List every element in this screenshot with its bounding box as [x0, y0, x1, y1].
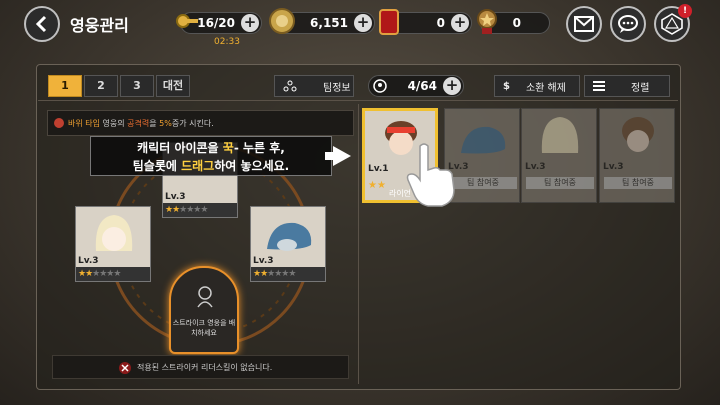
- leader-skill-status: 적용된 스트라이커 리더스킬이 없습니다.: [52, 355, 349, 379]
- back-arrow-icon: [35, 15, 47, 33]
- hero-count-counter: 4/64 +: [368, 75, 464, 97]
- strike-slot-hint: 스트라이크 영웅을 배치하세요: [172, 319, 236, 337]
- back-button[interactable]: [24, 6, 60, 42]
- hero-card[interactable]: Lv.3 팀 참여중: [599, 108, 675, 203]
- team-joined-badge: 팀 참여중: [526, 177, 594, 189]
- coin-value: 6,151: [310, 16, 348, 30]
- brown-hair-hero-portrait: [622, 117, 654, 152]
- hero-level: Lv.1: [368, 164, 389, 174]
- blue-creature-portrait: [461, 126, 506, 154]
- tab-team-1[interactable]: 1: [48, 75, 82, 97]
- key-icon: [176, 14, 198, 28]
- info-text-2: 을: [149, 118, 160, 128]
- tooltip-highlight: 꾹: [222, 141, 234, 155]
- stamina-timer: 02:33: [214, 37, 240, 47]
- page-title: 영웅관리: [70, 16, 129, 35]
- tooltip-line-2: 팀슬롯에 드래그하여 놓으세요.: [91, 157, 331, 175]
- chat-bubble-icon: [618, 15, 638, 33]
- info-stat: 공격력: [127, 118, 150, 128]
- team-slot-stars: ★★★★★★: [251, 267, 325, 281]
- close-x-icon: [119, 362, 131, 374]
- tooltip-line-1: 캐릭터 아이콘을 꾹- 누른 후,: [91, 139, 331, 157]
- gem-plus-button[interactable]: +: [451, 14, 469, 32]
- hero-slot-plus-button[interactable]: +: [443, 77, 461, 95]
- team-slot-level: Lv.3: [78, 256, 99, 266]
- hero-count-value: 4/64: [407, 79, 437, 93]
- tab-battle[interactable]: 대전: [156, 75, 190, 97]
- team-slot-stars: ★★★★★★: [76, 267, 150, 281]
- summon-release-button[interactable]: $ 소환 해제: [494, 75, 580, 97]
- team-info-button[interactable]: 팀정보: [274, 75, 354, 97]
- header-divider: [38, 100, 678, 101]
- sort-button[interactable]: 정렬: [584, 75, 670, 97]
- empty-hero-silhouette-icon: [197, 286, 213, 308]
- ruby-icon: [379, 9, 399, 35]
- menu-lines-icon: [593, 81, 605, 91]
- notification-badge: !: [678, 4, 692, 18]
- blonde-hero-portrait: [541, 117, 579, 153]
- info-text-1: 영웅의: [99, 118, 128, 128]
- stamina-plus-button[interactable]: +: [241, 14, 259, 32]
- blonde-hero-portrait: [95, 215, 133, 251]
- panel-divider: [358, 104, 359, 384]
- rock-type-icon: [54, 118, 64, 128]
- pointing-hand-icon: [406, 143, 455, 207]
- chat-button[interactable]: [610, 6, 646, 42]
- tooltip-text: - 누른 후,: [233, 141, 285, 155]
- hero-card[interactable]: Lv.3 팀 참여중: [521, 108, 597, 203]
- mail-button[interactable]: [566, 6, 602, 42]
- team-slot-stars: ★★★★★★: [163, 203, 237, 217]
- team-info-label: 팀정보: [323, 82, 351, 94]
- coin-icon: [269, 8, 295, 34]
- hero-level: Lv.3: [603, 162, 624, 172]
- leader-skill-message: 적용된 스트라이커 리더스킬이 없습니다.: [137, 362, 273, 372]
- tooltip-text: 캐릭터 아이콘을: [137, 141, 223, 155]
- tutorial-tooltip: 캐릭터 아이콘을 꾹- 누른 후, 팀슬롯에 드래그하여 놓으세요.: [90, 136, 332, 176]
- medal-value: 0: [512, 16, 521, 30]
- sort-label: 정렬: [631, 82, 650, 94]
- strike-hero-slot[interactable]: 스트라이크 영웅을 배치하세요: [169, 266, 239, 354]
- info-text-3: 증가 시킨다.: [171, 118, 214, 128]
- team-slot-level: Lv.3: [253, 256, 274, 266]
- team-slot-level: Lv.3: [165, 192, 186, 202]
- stamina-value: 16/20: [197, 16, 235, 30]
- team-slot-right[interactable]: Lv.3 ★★★★★★: [250, 206, 326, 282]
- gem-value: 0: [436, 16, 445, 30]
- mail-icon: [574, 16, 594, 32]
- coin-plus-button[interactable]: +: [354, 14, 372, 32]
- info-percent: 5%: [159, 118, 172, 128]
- summon-release-label: 소환 해제: [525, 82, 566, 94]
- hero-head-icon: [373, 79, 387, 93]
- dollar-icon: $: [503, 80, 510, 92]
- hero-level: Lv.3: [525, 162, 546, 172]
- tooltip-highlight: 드래그: [181, 159, 215, 173]
- tooltip-arrow-icon: [333, 146, 351, 166]
- tab-team-3[interactable]: 3: [120, 75, 154, 97]
- tooltip-text: 팀슬롯에: [132, 159, 182, 173]
- top-bar: 영웅관리 16/20 + 02:33 6,151 + 0 + 0 !: [0, 0, 720, 50]
- tab-team-2[interactable]: 2: [84, 75, 118, 97]
- medal-icon: [477, 9, 497, 34]
- team-joined-badge: 팀 참여중: [604, 177, 672, 189]
- team-network-icon: [283, 80, 297, 92]
- blue-creature-portrait: [267, 222, 312, 251]
- team-slot-left[interactable]: Lv.3 ★★★★★★: [75, 206, 151, 282]
- info-type: 바위 타입: [68, 118, 100, 128]
- tooltip-text: 하여 놓으세요.: [214, 159, 290, 173]
